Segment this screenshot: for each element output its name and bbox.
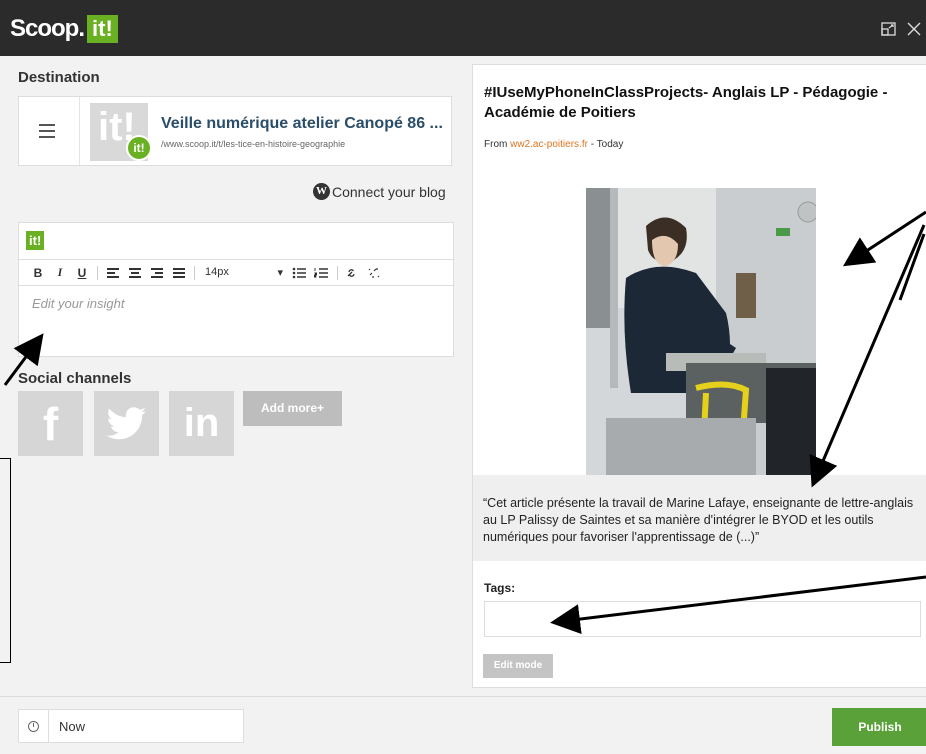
align-right-icon[interactable] xyxy=(146,267,168,278)
numbered-list-icon[interactable] xyxy=(311,266,333,280)
align-left-icon[interactable] xyxy=(102,267,124,278)
chevron-down-icon: ▾ xyxy=(277,267,283,279)
font-size-value: 14px xyxy=(205,266,229,278)
align-center-icon[interactable] xyxy=(124,267,146,278)
clock-icon xyxy=(28,720,39,732)
wordpress-icon: W xyxy=(313,183,330,200)
scoopit-icon: it! xyxy=(26,231,45,250)
unlink-icon[interactable] xyxy=(364,266,386,280)
classroom-photo xyxy=(586,188,816,476)
edit-mode-button[interactable]: Edit mode xyxy=(483,654,553,678)
link-icon[interactable] xyxy=(342,266,364,280)
publish-button[interactable]: Publish xyxy=(832,708,926,746)
post-preview-card: #IUseMyPhoneInClassProjects- Anglais LP … xyxy=(472,64,926,688)
font-size-select[interactable]: 14px ▾ xyxy=(199,266,289,279)
twitter-icon xyxy=(106,406,146,439)
underline-button[interactable]: U xyxy=(71,266,93,280)
twitter-button[interactable] xyxy=(94,391,159,456)
post-image[interactable] xyxy=(586,188,816,476)
insight-input[interactable]: Edit your insight xyxy=(19,286,453,321)
post-excerpt[interactable]: “Cet article présente la travail de Mari… xyxy=(473,475,926,561)
logo-text: Scoop. xyxy=(10,15,85,42)
linkedin-button[interactable]: in xyxy=(169,391,234,456)
italic-button[interactable]: I xyxy=(49,265,71,280)
social-channels-title: Social channels xyxy=(18,370,132,387)
divider xyxy=(79,97,80,165)
clock-cell xyxy=(19,710,49,742)
tags-input[interactable] xyxy=(484,601,921,637)
tags-label: Tags: xyxy=(484,581,516,595)
post-date: - Today xyxy=(590,139,624,150)
topic-thumbnail: it! it! xyxy=(90,103,152,161)
bold-button[interactable]: B xyxy=(27,266,49,280)
insight-editor: it! B I U 14px ▾ Edit your insight xyxy=(18,222,454,357)
from-label: From xyxy=(484,139,508,150)
scoopit-logo: Scoop. it! xyxy=(10,14,118,44)
post-title[interactable]: #IUseMyPhoneInClassProjects- Anglais LP … xyxy=(484,83,914,123)
add-more-button[interactable]: Add more+ xyxy=(243,391,342,426)
schedule-value: Now xyxy=(59,718,86,734)
topic-url: /www.scoop.it/t/les-tice-en-histoire-geo… xyxy=(161,139,346,149)
logo-badge: it! xyxy=(87,15,118,43)
destination-title: Destination xyxy=(18,69,100,86)
topic-name: Veille numérique atelier Canopé 86 ... xyxy=(161,115,443,132)
top-bar: Scoop. it! xyxy=(0,0,926,56)
toolbar-divider xyxy=(337,265,338,280)
facebook-icon: f xyxy=(42,397,59,450)
scoopit-badge-icon: it! xyxy=(126,135,152,161)
toolbar-divider xyxy=(97,265,98,280)
editor-header: it! xyxy=(19,223,453,260)
hamburger-menu-icon[interactable] xyxy=(39,124,55,138)
schedule-selector[interactable]: Now xyxy=(18,709,244,743)
close-icon[interactable] xyxy=(905,20,923,38)
linkedin-icon: in xyxy=(183,401,220,445)
connect-blog-label: Connect your blog xyxy=(332,183,446,200)
align-justify-icon[interactable] xyxy=(168,267,190,278)
connect-blog-link[interactable]: W Connect your blog xyxy=(313,183,446,200)
toolbar-divider xyxy=(194,265,195,280)
editor-toolbar: B I U 14px ▾ xyxy=(19,260,453,286)
bullet-list-icon[interactable] xyxy=(289,266,311,280)
post-source-line: From ww2.ac-poitiers.fr - Today xyxy=(484,139,623,150)
footer-divider xyxy=(0,696,926,697)
destination-selector[interactable]: it! it! Veille numérique atelier Canopé … xyxy=(18,96,452,166)
expand-icon[interactable] xyxy=(880,20,898,38)
source-link[interactable]: ww2.ac-poitiers.fr xyxy=(510,139,588,150)
facebook-button[interactable]: f xyxy=(18,391,83,456)
annotation-box xyxy=(0,458,11,663)
